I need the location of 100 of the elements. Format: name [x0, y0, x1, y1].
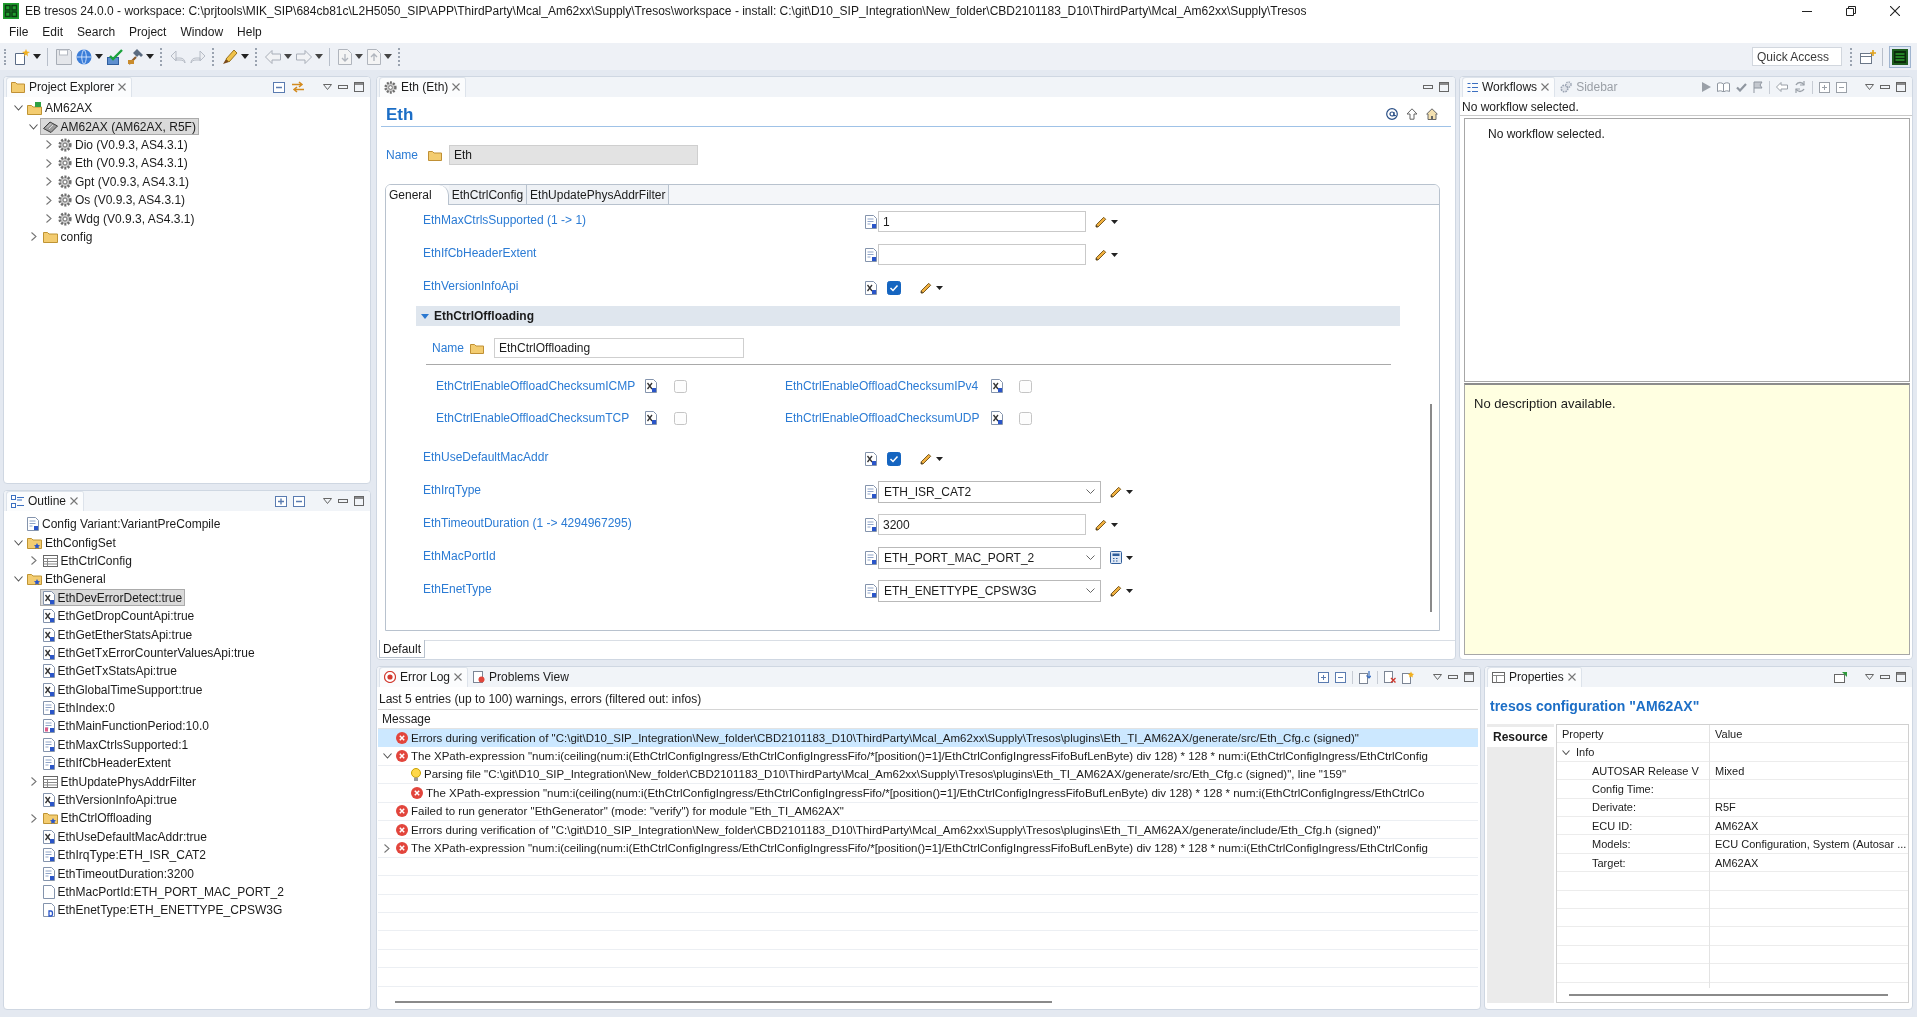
minimize-icon[interactable]: [1802, 10, 1812, 12]
view-menu-icon[interactable]: [1865, 674, 1874, 680]
caret-down-icon[interactable]: [241, 54, 249, 59]
menu-item[interactable]: Search: [70, 23, 123, 42]
checkbox[interactable]: [1019, 411, 1032, 425]
at-sign-icon[interactable]: [1386, 108, 1398, 121]
maximize-icon[interactable]: [354, 496, 364, 506]
chevron-right-icon[interactable]: [384, 843, 390, 853]
chevron-down-icon[interactable]: [382, 753, 392, 760]
checkbox[interactable]: [674, 411, 687, 425]
document-star-icon[interactable]: [1402, 670, 1415, 684]
new-file-icon[interactable]: [14, 48, 30, 65]
column-header[interactable]: Message: [382, 712, 431, 726]
monitor-icon[interactable]: [1892, 48, 1908, 65]
swap-arrows-icon[interactable]: [291, 81, 305, 93]
tab[interactable]: Default: [379, 640, 426, 659]
tree-item[interactable]: Gpt (V0.9.3, AS4.3.1): [55, 173, 193, 191]
globe-icon[interactable]: [76, 48, 92, 65]
chevron-right-icon[interactable]: [30, 232, 37, 242]
tree-item[interactable]: Dio (V0.9.3, AS4.3.1): [55, 136, 191, 154]
editor-tab[interactable]: Eth (Eth): [379, 77, 467, 97]
maximize-icon[interactable]: [1896, 82, 1906, 92]
back-arrow-icon[interactable]: [1776, 82, 1788, 92]
tree-item[interactable]: EthIndex:0: [39, 699, 118, 717]
pencil-icon[interactable]: [1095, 248, 1107, 261]
tree-item[interactable]: EthConfigSet: [24, 534, 119, 552]
tree-item[interactable]: EthDevErrorDetect:true: [39, 589, 186, 607]
chevron-right-icon[interactable]: [30, 556, 37, 566]
checkbox[interactable]: [887, 451, 901, 466]
tree-item[interactable]: Config Variant:VariantPreCompile: [24, 515, 224, 533]
chevron-right-icon[interactable]: [30, 813, 37, 823]
tab[interactable]: Resource: [1487, 727, 1554, 747]
view-menu-icon[interactable]: [323, 498, 332, 504]
caret-down-icon[interactable]: [284, 54, 292, 59]
view-menu-icon[interactable]: [1865, 84, 1874, 90]
chevron-right-icon[interactable]: [46, 195, 52, 205]
chevron-down-icon[interactable]: [13, 105, 23, 112]
tree-item[interactable]: EthIrqType:ETH_ISR_CAT2: [39, 846, 209, 864]
caret-down-icon[interactable]: [95, 54, 103, 59]
tree-item[interactable]: EthMainFunctionPeriod:10.0: [39, 718, 212, 735]
tree-item[interactable]: Eth (V0.9.3, AS4.3.1): [55, 154, 191, 172]
tree-item[interactable]: EthGlobalTimeSupport:true: [39, 681, 206, 699]
maximize-icon[interactable]: [1439, 82, 1449, 92]
name-field[interactable]: EthCtrlOffloading: [494, 338, 744, 359]
chevron-down-icon[interactable]: [13, 576, 23, 583]
chevron-down-icon[interactable]: [1562, 749, 1570, 755]
expand-all-icon[interactable]: [1318, 671, 1329, 683]
scrollbar-thumb[interactable]: [395, 1001, 1052, 1003]
name-field[interactable]: Eth: [449, 145, 698, 166]
view-tab[interactable]: Project Explorer: [6, 77, 133, 97]
hammer-icon[interactable]: [127, 48, 143, 65]
chevron-down-icon[interactable]: [13, 539, 23, 546]
chevron-right-icon[interactable]: [46, 177, 52, 187]
pencil-icon[interactable]: [920, 281, 932, 294]
caret-down-icon[interactable]: [384, 54, 392, 59]
chevron-right-icon[interactable]: [30, 777, 37, 787]
caret-down-icon[interactable]: [1111, 522, 1118, 527]
pencil-icon[interactable]: [1110, 485, 1122, 498]
tree-item[interactable]: EthVersionInfoApi:true: [39, 791, 180, 809]
caret-down-icon[interactable]: [1126, 588, 1133, 593]
caret-down-icon[interactable]: [936, 456, 943, 461]
tree-item[interactable]: EthGetTxStatsApi:true: [39, 662, 180, 680]
close-icon[interactable]: [1890, 6, 1900, 16]
log-entry[interactable]: Errors during verification of "C:\git\D10_SIP_Integration\New_folder\CBD2101183_D10\ThirdParty\Mcal_Am62xx\Supply\Tresos\plugins\Eth_TI_AM62AX/generate/src/Eth_Cfg.c (signed)": [378, 729, 1478, 748]
tree-item[interactable]: Wdg (V0.9.3, AS4.3.1): [55, 210, 198, 228]
pencil-icon[interactable]: [1110, 584, 1122, 597]
home-icon[interactable]: [1426, 108, 1438, 121]
book-icon[interactable]: [1717, 82, 1730, 92]
menu-item[interactable]: Edit: [35, 23, 71, 42]
tree-item[interactable]: AM62AX (AM62AX, R5F): [39, 118, 199, 136]
tree-item[interactable]: EthGetDropCountApi:true: [39, 607, 198, 625]
tab[interactable]: General: [386, 185, 449, 206]
arrow-up-icon[interactable]: [1406, 108, 1418, 121]
checkbox[interactable]: [674, 379, 687, 393]
caret-down-icon[interactable]: [1126, 489, 1133, 494]
tree-item[interactable]: EthCtrlConfig: [39, 552, 135, 570]
document-download-icon[interactable]: [1359, 670, 1371, 684]
pencil-icon[interactable]: [920, 452, 932, 465]
caret-down-icon[interactable]: [1111, 252, 1118, 257]
caret-down-icon[interactable]: [1126, 555, 1133, 560]
tree-item[interactable]: AM62AX: [24, 99, 96, 117]
check-icon[interactable]: [107, 48, 123, 65]
column-header[interactable]: Property: [1562, 728, 1604, 740]
caret-down-icon[interactable]: [315, 54, 323, 59]
tab[interactable]: EthUpdatePhysAddrFilter: [527, 185, 670, 205]
view-tab[interactable]: Error Log: [379, 667, 469, 687]
section-header[interactable]: EthCtrlOffloading: [416, 306, 1400, 327]
collapse-all-icon[interactable]: [1836, 81, 1847, 93]
collapse-all-icon[interactable]: [293, 495, 305, 507]
caret-down-icon[interactable]: [33, 54, 41, 59]
expand-all-icon[interactable]: [275, 495, 287, 507]
quick-access-field[interactable]: Quick Access: [1752, 47, 1842, 66]
tree-item[interactable]: EthMacPortId:ETH_PORT_MAC_PORT_2: [39, 883, 287, 901]
checkbox[interactable]: [1019, 379, 1032, 393]
pencil-icon[interactable]: [1095, 215, 1107, 228]
tab[interactable]: EthCtrlConfig: [448, 185, 528, 205]
window-icon[interactable]: [1834, 671, 1847, 683]
menu-item[interactable]: Help: [230, 23, 269, 42]
menu-item[interactable]: File: [2, 23, 36, 42]
maximize-icon[interactable]: [1896, 672, 1906, 682]
